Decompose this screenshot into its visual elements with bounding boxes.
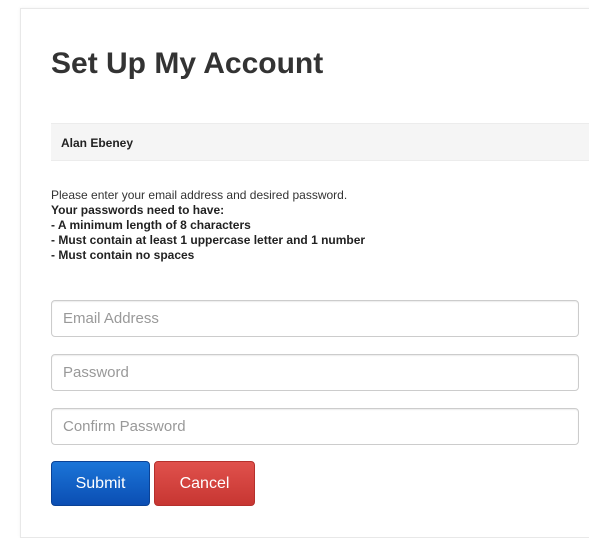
instructions-intro: Please enter your email address and desi… <box>51 188 348 202</box>
password-instructions: Please enter your email address and desi… <box>51 188 365 263</box>
account-setup-panel: Set Up My Account Alan Ebeney Please ent… <box>20 8 589 538</box>
confirm-password-field[interactable] <box>51 408 579 445</box>
password-rule: - Must contain at least 1 uppercase lett… <box>51 233 366 247</box>
page-title: Set Up My Account <box>51 47 324 80</box>
instructions-heading: Your passwords need to have: <box>51 203 225 217</box>
password-field[interactable] <box>51 354 579 391</box>
user-name: Alan Ebeney <box>61 136 134 150</box>
password-rule: - Must contain no spaces <box>51 248 195 262</box>
password-rule: - A minimum length of 8 characters <box>51 218 251 232</box>
user-name-bar: Alan Ebeney <box>51 123 589 161</box>
cancel-button[interactable]: Cancel <box>154 461 255 506</box>
submit-button[interactable]: Submit <box>51 461 150 506</box>
email-field[interactable] <box>51 300 579 337</box>
